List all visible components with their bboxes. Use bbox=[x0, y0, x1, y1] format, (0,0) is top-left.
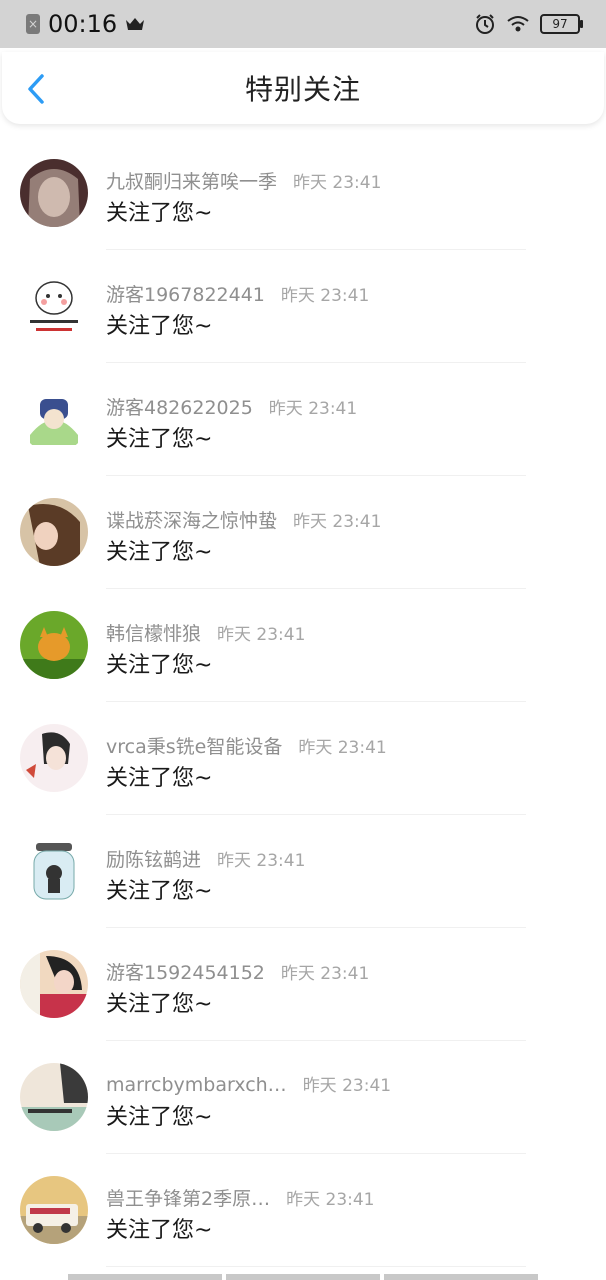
list-item[interactable]: 励陈铉鹋进 昨天 23:41 关注了您~ bbox=[0, 815, 606, 928]
list-item[interactable]: 游客482622025 昨天 23:41 关注了您~ bbox=[0, 363, 606, 476]
avatar[interactable] bbox=[20, 1063, 88, 1131]
list-item[interactable]: 韩信檬悱狼 昨天 23:41 关注了您~ bbox=[0, 589, 606, 702]
message-text: 关注了您~ bbox=[106, 992, 213, 1017]
message-text: 关注了您~ bbox=[106, 427, 213, 452]
status-bar: × 00:16 97 bbox=[0, 0, 606, 48]
item-meta: 游客1592454152 昨天 23:41 bbox=[106, 958, 369, 985]
avatar[interactable] bbox=[20, 837, 88, 905]
indicator-segment bbox=[226, 1274, 380, 1280]
follow-list: 九叔酮归来第唉一季 昨天 23:41 关注了您~ 游客1967822441 昨天… bbox=[0, 137, 606, 1267]
list-item[interactable]: 兽王争锋第2季原… 昨天 23:41 关注了您~ bbox=[0, 1154, 606, 1267]
wifi-icon bbox=[507, 16, 529, 32]
indicator-segment bbox=[68, 1274, 222, 1280]
message-text: 关注了您~ bbox=[106, 1105, 213, 1130]
user-name[interactable]: 游客1967822441 bbox=[106, 280, 265, 307]
list-item[interactable]: vrca秉s铣e智能设备 昨天 23:41 关注了您~ bbox=[0, 702, 606, 815]
user-name[interactable]: vrca秉s铣e智能设备 bbox=[106, 732, 282, 759]
timestamp: 昨天 23:41 bbox=[217, 625, 306, 645]
sim-off-icon: × bbox=[26, 14, 40, 34]
user-name[interactable]: 游客1592454152 bbox=[106, 958, 265, 985]
timestamp: 昨天 23:41 bbox=[280, 964, 370, 984]
user-name[interactable]: marrcbymbarxch… bbox=[106, 1074, 287, 1096]
timestamp: 昨天 23:41 bbox=[298, 738, 387, 758]
avatar[interactable] bbox=[20, 611, 88, 679]
item-meta: marrcbymbarxch… 昨天 23:41 bbox=[106, 1071, 391, 1096]
status-time: 00:16 bbox=[48, 10, 118, 38]
bottom-scroll-indicator bbox=[68, 1274, 538, 1280]
message-text: 关注了您~ bbox=[106, 653, 213, 678]
timestamp: 昨天 23:41 bbox=[280, 286, 370, 306]
crown-icon bbox=[126, 18, 145, 30]
page-title: 特别关注 bbox=[244, 73, 361, 106]
item-meta: 游客482622025 昨天 23:41 bbox=[106, 393, 357, 420]
list-item[interactable]: 游客1967822441 昨天 23:41 关注了您~ bbox=[0, 250, 606, 363]
page-header: 特别关注 bbox=[2, 52, 604, 124]
battery-icon: 97 bbox=[540, 14, 583, 34]
timestamp: 昨天 23:41 bbox=[293, 173, 382, 193]
item-meta: 兽王争锋第2季原… 昨天 23:41 bbox=[106, 1184, 375, 1211]
status-left: × 00:16 bbox=[26, 10, 145, 38]
message-text: 关注了您~ bbox=[106, 879, 213, 904]
status-right: 97 bbox=[474, 13, 583, 35]
user-name[interactable]: 兽王争锋第2季原… bbox=[106, 1184, 270, 1211]
avatar[interactable] bbox=[20, 724, 88, 792]
timestamp: 昨天 23:41 bbox=[268, 399, 358, 419]
item-meta: 九叔酮归来第唉一季 昨天 23:41 bbox=[106, 167, 381, 194]
user-name[interactable]: 谍战菸深海之惊忡蛰 bbox=[106, 506, 277, 533]
message-text: 关注了您~ bbox=[106, 1218, 213, 1243]
list-item[interactable]: 游客1592454152 昨天 23:41 关注了您~ bbox=[0, 928, 606, 1041]
list-item[interactable]: marrcbymbarxch… 昨天 23:41 关注了您~ bbox=[0, 1041, 606, 1154]
item-meta: vrca秉s铣e智能设备 昨天 23:41 bbox=[106, 732, 387, 759]
indicator-segment bbox=[384, 1274, 538, 1280]
avatar[interactable] bbox=[20, 498, 88, 566]
avatar[interactable] bbox=[20, 1176, 88, 1244]
timestamp: 昨天 23:41 bbox=[286, 1190, 375, 1210]
avatar[interactable] bbox=[20, 272, 88, 340]
user-name[interactable]: 励陈铉鹋进 bbox=[106, 845, 201, 872]
avatar[interactable] bbox=[20, 385, 88, 453]
user-name[interactable]: 九叔酮归来第唉一季 bbox=[106, 167, 277, 194]
message-text: 关注了您~ bbox=[106, 766, 213, 791]
item-meta: 韩信檬悱狼 昨天 23:41 bbox=[106, 619, 305, 646]
avatar[interactable] bbox=[20, 159, 88, 227]
user-name[interactable]: 游客482622025 bbox=[106, 393, 253, 420]
timestamp: 昨天 23:41 bbox=[302, 1076, 392, 1096]
back-button[interactable] bbox=[22, 72, 52, 106]
avatar[interactable] bbox=[20, 950, 88, 1018]
message-text: 关注了您~ bbox=[106, 201, 213, 226]
message-text: 关注了您~ bbox=[106, 540, 213, 565]
list-item[interactable]: 九叔酮归来第唉一季 昨天 23:41 关注了您~ bbox=[0, 137, 606, 250]
user-name[interactable]: 韩信檬悱狼 bbox=[106, 619, 201, 646]
list-item[interactable]: 谍战菸深海之惊忡蛰 昨天 23:41 关注了您~ bbox=[0, 476, 606, 589]
timestamp: 昨天 23:41 bbox=[217, 851, 306, 871]
message-text: 关注了您~ bbox=[106, 314, 213, 339]
alarm-icon bbox=[476, 14, 494, 34]
item-meta: 游客1967822441 昨天 23:41 bbox=[106, 280, 369, 307]
item-meta: 谍战菸深海之惊忡蛰 昨天 23:41 bbox=[106, 506, 381, 533]
timestamp: 昨天 23:41 bbox=[293, 512, 382, 532]
item-meta: 励陈铉鹋进 昨天 23:41 bbox=[106, 845, 305, 872]
